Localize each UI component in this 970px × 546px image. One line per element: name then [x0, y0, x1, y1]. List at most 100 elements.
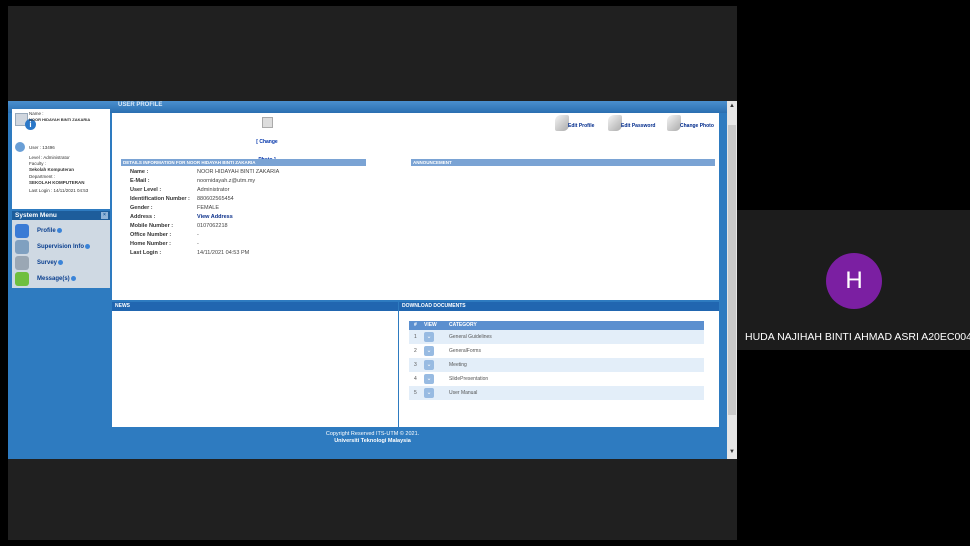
top-strip: USER PROFILE [8, 101, 737, 113]
info-dot-icon [85, 244, 91, 249]
menu-item-survey[interactable]: Survey [15, 256, 107, 270]
view-chevron-icon[interactable]: ⌄ [424, 346, 434, 356]
info-dot-icon [58, 260, 64, 265]
detail-key: E-Mail : [130, 178, 150, 184]
detail-key: Last Login : [130, 250, 162, 256]
view-address-link[interactable]: View Address [197, 214, 233, 220]
menu-item-messages[interactable]: Message(s) [15, 272, 107, 286]
detail-value: noornidayah.z@utm.my [197, 178, 256, 184]
detail-value: FEMALE [197, 205, 220, 211]
user-info-box: i Name : NOOR HIDAYAH BINTI ZAKARIA User… [12, 109, 110, 209]
details-header: DETAILS INFORMATION FOR NOOR HIDAYAH BIN… [121, 159, 366, 166]
row-number: 5 [414, 390, 417, 396]
detail-value: NOOR HIDAYAH BINTI ZAKARIA [197, 169, 280, 175]
col-view: VIEW [424, 322, 437, 328]
detail-key: User Level : [130, 187, 162, 193]
menu-header: System Menu × [12, 211, 110, 220]
participant-name: HUDA NAJIHAH BINTI AHMAD ASRI A20EC0045 [745, 331, 970, 343]
profile-icon [15, 224, 29, 238]
menu-item-profile[interactable]: Profile [15, 224, 107, 238]
detail-key: Name : [130, 169, 149, 175]
category-label: GeneralForms [449, 348, 481, 354]
profile-photo [261, 117, 273, 128]
footer: Copyright Reserved ITS-UTM © 2021. Unive… [8, 431, 737, 445]
view-chevron-icon[interactable]: ⌄ [424, 388, 434, 398]
edit-password-icon [608, 115, 622, 131]
category-label: General Guidelines [449, 334, 492, 340]
row-number: 3 [414, 362, 417, 368]
survey-icon [15, 256, 29, 270]
university-name: Universiti Teknologi Malaysia [334, 438, 411, 444]
department-label: Department : [29, 174, 56, 179]
faculty-label: Faculty : [29, 161, 47, 166]
detail-value: Administrator [197, 187, 230, 193]
collapse-icon[interactable]: × [101, 212, 108, 219]
edit-profile-label: Edit Profile [568, 123, 595, 129]
menu-label: Message(s) [37, 276, 70, 283]
participant-avatar: H [826, 253, 882, 309]
messages-icon [15, 272, 29, 286]
detail-value: - [197, 241, 199, 247]
detail-value: 0107062218 [197, 223, 228, 229]
info-dot-icon [70, 276, 76, 281]
name-label: Name : [29, 111, 44, 116]
category-label: Meeting [449, 362, 467, 368]
sidebar-last-login: Last Login : 14/11/2021 04:53 [29, 188, 89, 193]
view-chevron-icon[interactable]: ⌄ [424, 332, 434, 342]
edit-password-label: Edit Password [621, 123, 656, 129]
profile-panel: [ Change Photo ] Edit Profile Edit Passw… [112, 113, 719, 300]
menu-label: Profile [37, 228, 56, 235]
change-photo-label: Change Photo [680, 123, 714, 129]
scrollbar[interactable]: ▲ ▼ [727, 101, 737, 459]
department: SEKOLAH KOMPUTERAN [29, 180, 85, 185]
portal-window: USER PROFILE i Name : NOOR HIDAYAH BINTI… [8, 101, 737, 459]
col-number: # [414, 322, 417, 328]
info-dot-icon [56, 228, 62, 233]
table-row: 4 ⌄ SlidePresentation [409, 372, 704, 386]
scroll-down-icon[interactable]: ▼ [729, 449, 735, 455]
view-chevron-icon[interactable]: ⌄ [424, 360, 434, 370]
table-row: 3 ⌄ Meeting [409, 358, 704, 372]
downloads-table: # VIEW CATEGORY 1 ⌄ General Guidelines 2 ⌄ G… [409, 321, 704, 400]
table-header: # VIEW CATEGORY [409, 321, 704, 330]
user-icon [15, 142, 25, 152]
menu-label: Supervision Info [37, 244, 85, 251]
detail-key: Home Number : [130, 241, 171, 247]
menu-item-supervision[interactable]: Supervision Info [15, 240, 107, 254]
row-number: 1 [414, 334, 417, 340]
scroll-thumb[interactable] [728, 125, 736, 415]
detail-value: - [197, 232, 199, 238]
menu-title: System Menu [15, 212, 57, 219]
detail-key: Identification Number : [130, 196, 190, 202]
page-title: USER PROFILE [118, 102, 163, 108]
menu-label: Survey [37, 260, 58, 267]
row-number: 2 [414, 348, 417, 354]
faculty: Sekolah Komputeran [29, 167, 75, 172]
table-row: 5 ⌄ User Manual [409, 386, 704, 400]
copyright: Copyright Reserved ITS-UTM © 2021. [325, 431, 420, 437]
downloads-header: DOWNLOAD DOCUMENTS [399, 302, 719, 311]
detail-value: 14/11/2021 04:53 PM [197, 250, 250, 256]
edit-profile-icon [555, 115, 569, 131]
category-label: SlidePresentation [449, 376, 489, 382]
system-menu: System Menu × Profile Supervision Info S… [12, 211, 110, 288]
announcement-header: ANNOUNCEMENT [411, 159, 715, 166]
detail-value: 880602565454 [197, 196, 234, 202]
user-id: User : 13496 [29, 145, 55, 150]
downloads-panel: # VIEW CATEGORY 1 ⌄ General Guidelines 2 ⌄ G… [399, 311, 719, 427]
detail-key: Mobile Number : [130, 223, 174, 229]
category-label: User Manual [449, 390, 478, 396]
table-row: 2 ⌄ GeneralForms [409, 344, 704, 358]
change-photo-icon [667, 115, 681, 131]
news-panel [112, 311, 398, 427]
view-chevron-icon[interactable]: ⌄ [424, 374, 434, 384]
table-row: 1 ⌄ General Guidelines [409, 330, 704, 344]
shared-screen: USER PROFILE i Name : NOOR HIDAYAH BINTI… [8, 6, 737, 540]
detail-key: Office Number : [130, 232, 172, 238]
user-level: Level : Administrator [29, 155, 70, 160]
user-name: NOOR HIDAYAH BINTI ZAKARIA [29, 117, 91, 122]
scroll-up-icon[interactable]: ▲ [729, 103, 735, 109]
detail-key: Gender : [130, 205, 153, 211]
row-number: 4 [414, 376, 417, 382]
supervision-icon [15, 240, 29, 254]
